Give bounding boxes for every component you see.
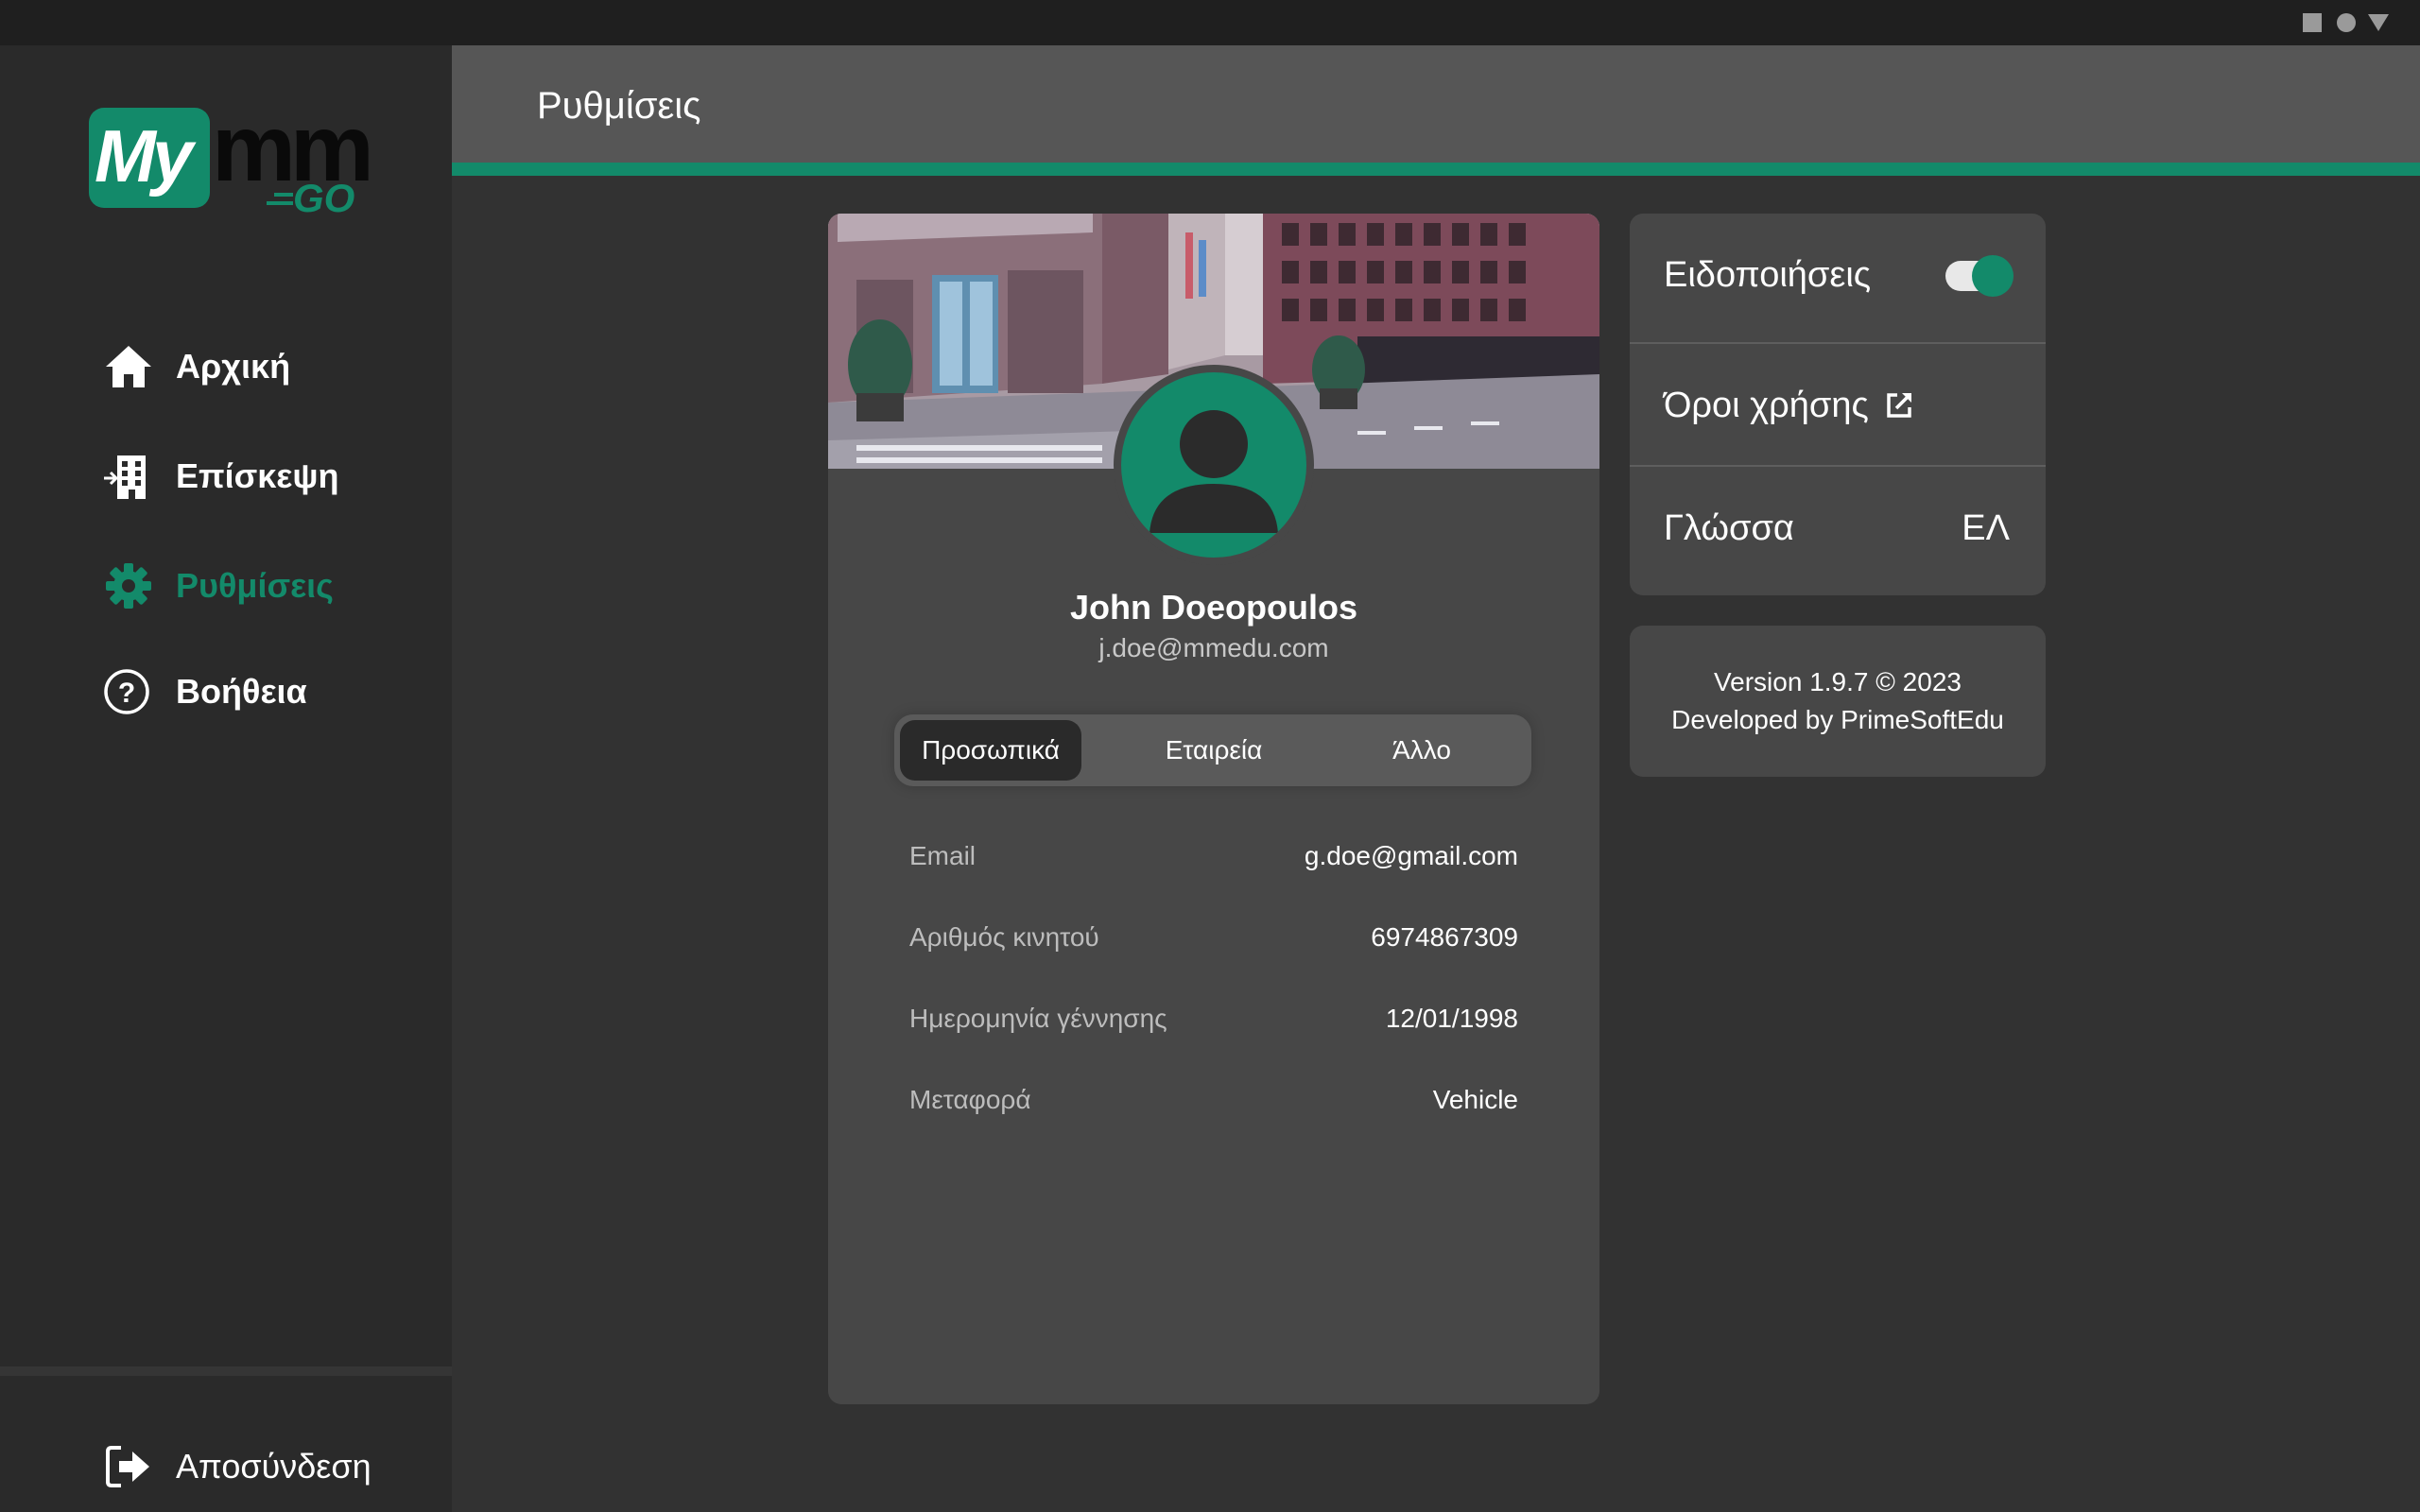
sidebar-item-home[interactable]: Αρχική bbox=[102, 338, 424, 395]
profile-tabs: Προσωπικά Εταιρεία Άλλο bbox=[894, 714, 1531, 786]
gear-icon bbox=[102, 559, 155, 612]
info-value: 6974867309 bbox=[1371, 922, 1518, 952]
sidebar: My mm GO Αρχική Επίσκεψη Ρυθμίσεις ? Βοή… bbox=[0, 45, 452, 1512]
sidebar-item-help[interactable]: ? Βοήθεια bbox=[102, 663, 424, 720]
info-value: 12/01/1998 bbox=[1385, 1004, 1518, 1033]
profile-email: j.doe@mmedu.com bbox=[1098, 633, 1329, 662]
app-logo: My mm GO bbox=[89, 95, 374, 221]
info-label: Email bbox=[909, 841, 977, 870]
toggle-knob bbox=[1972, 255, 2014, 297]
logout-label: Αποσύνδεση bbox=[176, 1447, 372, 1486]
terms-label: Όροι χρήσης bbox=[1664, 385, 1869, 425]
sidebar-item-settings[interactable]: Ρυθμίσεις bbox=[102, 558, 424, 614]
sidebar-divider bbox=[0, 1366, 452, 1376]
logout-icon bbox=[102, 1440, 155, 1493]
tab-personal[interactable]: Προσωπικά bbox=[900, 720, 1081, 781]
language-row[interactable]: Γλώσσα ΕΛ bbox=[1630, 467, 2046, 590]
tab-other[interactable]: Άλλο bbox=[1339, 720, 1505, 781]
terms-link[interactable]: Όροι χρήσης bbox=[1630, 344, 2046, 467]
sidebar-item-label: Αρχική bbox=[176, 347, 291, 386]
sidebar-item-label: Ρυθμίσεις bbox=[176, 566, 334, 605]
logo-go-text: GO bbox=[293, 176, 355, 220]
header-accent-bar bbox=[452, 163, 2420, 176]
help-circle-icon: ? bbox=[102, 665, 155, 718]
sidebar-item-visit[interactable]: Επίσκεψη bbox=[102, 448, 424, 505]
info-row-birthdate: Ημερομηνία γέννησης 12/01/1998 bbox=[909, 998, 1518, 1040]
info-value: Vehicle bbox=[1432, 1085, 1518, 1114]
developer-text: Developed by PrimeSoftEdu bbox=[1671, 705, 2004, 734]
logo-my-text: My bbox=[95, 114, 193, 198]
notifications-toggle[interactable] bbox=[1945, 255, 2014, 297]
info-row-transport: Μεταφορά Vehicle bbox=[909, 1079, 1518, 1121]
page-title: Ρυθμίσεις bbox=[537, 85, 701, 127]
notifications-row[interactable]: Ειδοποιήσεις bbox=[1630, 214, 2046, 336]
square-icon[interactable] bbox=[2303, 13, 2322, 32]
sidebar-item-label: Βοήθεια bbox=[176, 672, 307, 711]
language-value[interactable]: ΕΛ bbox=[1962, 508, 2010, 549]
info-row-mobile: Αριθμός κινητού 6974867309 bbox=[909, 917, 1518, 958]
language-label: Γλώσσα bbox=[1664, 507, 1794, 548]
home-icon bbox=[102, 340, 155, 393]
tab-company[interactable]: Εταιρεία bbox=[1131, 720, 1297, 781]
circle-icon[interactable] bbox=[2337, 13, 2356, 32]
version-card: Version 1.9.7 © 2023 Developed by PrimeS… bbox=[1630, 626, 2046, 777]
profile-card: John Doeopoulos j.doe@mmedu.com Προσωπικ… bbox=[828, 214, 1599, 1404]
info-value: g.doe@gmail.com bbox=[1304, 841, 1518, 870]
svg-text:?: ? bbox=[118, 678, 135, 709]
sidebar-item-label: Επίσκεψη bbox=[176, 456, 339, 495]
building-enter-icon bbox=[102, 450, 155, 503]
profile-name: John Doeopoulos bbox=[1070, 588, 1357, 627]
system-bar bbox=[0, 0, 2420, 45]
info-row-email: Email g.doe@gmail.com bbox=[909, 835, 1518, 877]
external-link-icon bbox=[1884, 390, 1914, 421]
info-label: Μεταφορά bbox=[909, 1085, 1031, 1114]
info-label: Αριθμός κινητού bbox=[909, 922, 1099, 952]
avatar[interactable] bbox=[1114, 365, 1314, 565]
settings-card: Ειδοποιήσεις Όροι χρήσης Γλώσσα ΕΛ bbox=[1630, 214, 2046, 595]
info-label: Ημερομηνία γέννησης bbox=[909, 1004, 1167, 1033]
logo-speed-lines bbox=[267, 193, 293, 210]
notifications-label: Ειδοποιήσεις bbox=[1664, 254, 1872, 295]
triangle-icon[interactable] bbox=[2368, 14, 2389, 31]
page-header: Ρυθμίσεις bbox=[452, 45, 2420, 163]
version-text: Version 1.9.7 © 2023 bbox=[1714, 667, 1962, 696]
logout-button[interactable]: Αποσύνδεση bbox=[102, 1438, 372, 1495]
